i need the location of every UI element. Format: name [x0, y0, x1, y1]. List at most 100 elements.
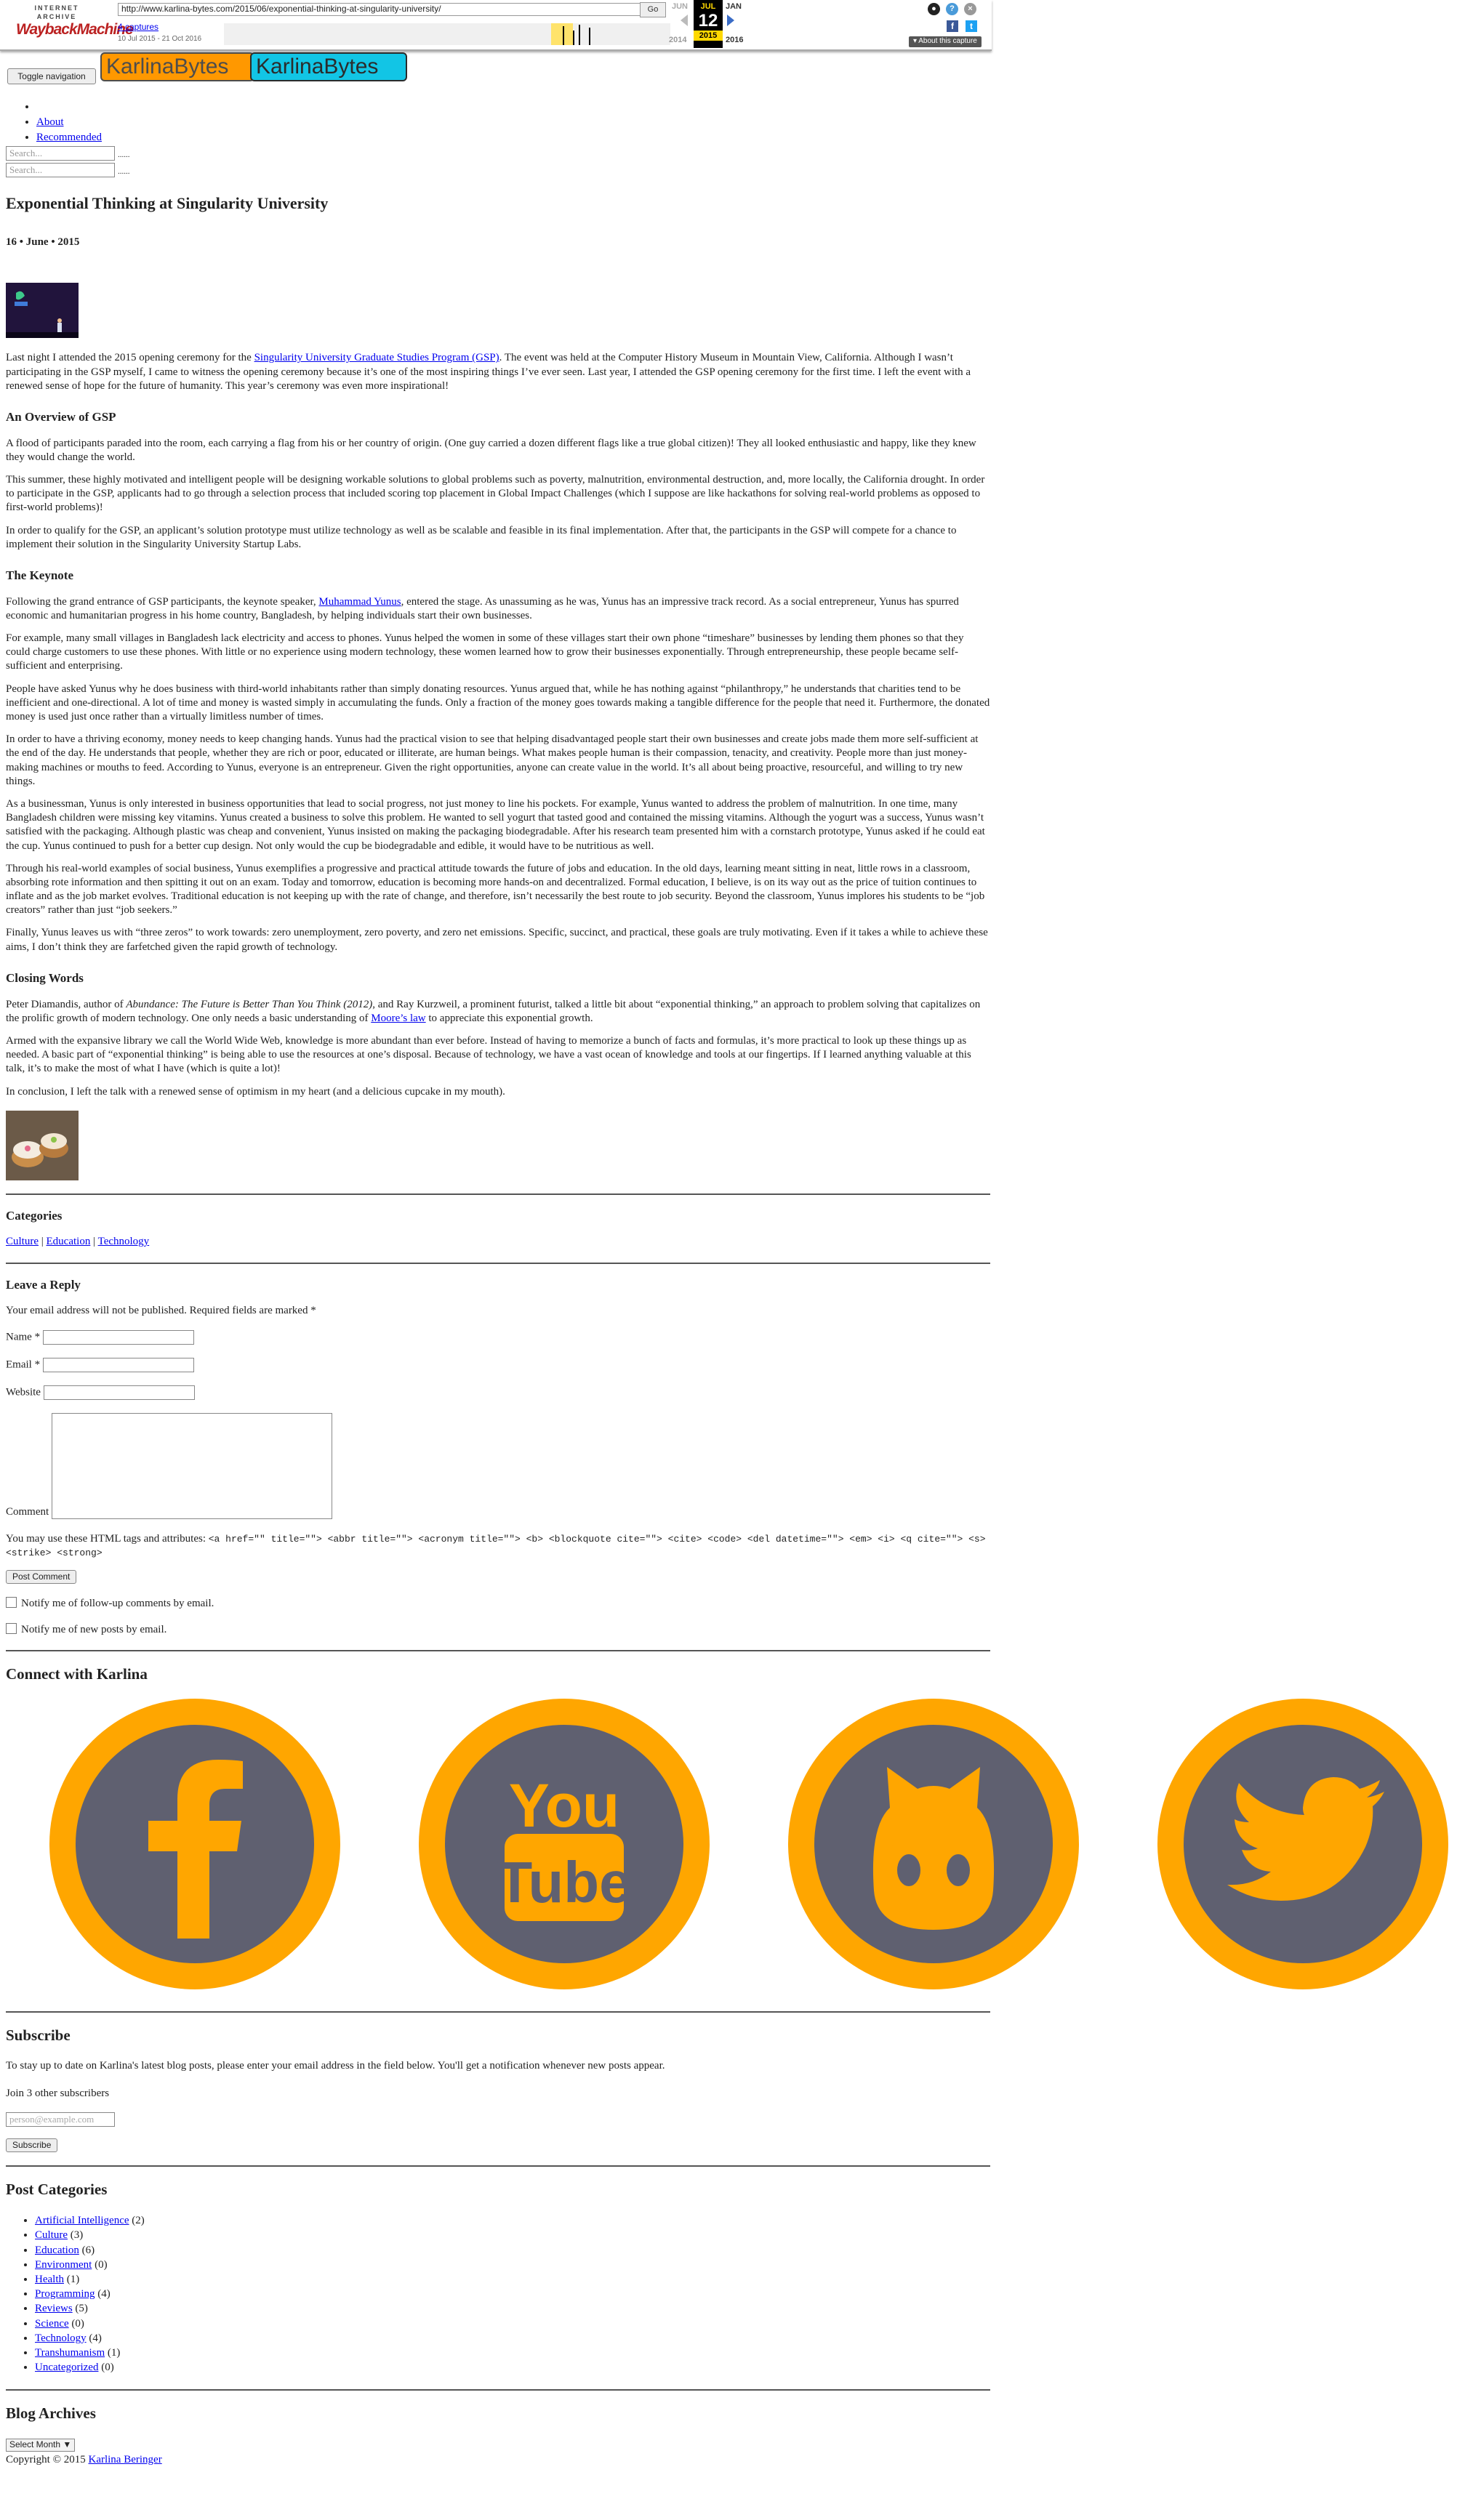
- wayback-next-month[interactable]: JAN: [726, 1, 742, 12]
- twitter-link[interactable]: [1157, 1698, 1448, 1989]
- category-link[interactable]: Health: [35, 2274, 64, 2285]
- wayback-logo[interactable]: INTERNET ARCHIVE WaybackMachine: [16, 4, 134, 39]
- youtube-icon-text-you: You: [509, 1771, 619, 1840]
- category-link[interactable]: Education: [35, 2245, 79, 2256]
- divider: [6, 2010, 990, 2013]
- search-input[interactable]: Search...: [6, 146, 115, 161]
- wayback-sparkline[interactable]: [224, 23, 670, 45]
- website-field[interactable]: [43, 1385, 195, 1400]
- wayback-next-year[interactable]: 2016: [726, 35, 743, 45]
- help-icon[interactable]: ?: [946, 3, 958, 15]
- post-comment-button[interactable]: Post Comment: [6, 1569, 77, 1585]
- name-field[interactable]: [42, 1329, 194, 1345]
- subscribe-email-field[interactable]: person@example.com: [6, 2112, 115, 2127]
- post-paragraph-3: This summer, these highly motivated and …: [6, 474, 985, 514]
- post-categories: Culture | Education | Technology: [6, 1235, 990, 1249]
- category-culture[interactable]: Culture: [6, 1236, 39, 1247]
- nav-item-about[interactable]: About: [36, 116, 102, 129]
- wayback-go-button[interactable]: Go: [640, 2, 666, 17]
- wayback-calendar-nav: JUN 2014 JUL 12 2015 JAN 2016: [667, 0, 749, 49]
- name-label: Name *: [6, 1331, 41, 1343]
- nav-link-recommended[interactable]: Recommended: [36, 132, 102, 143]
- list-item: Reviews (5): [35, 2302, 990, 2316]
- notify-comments-checkbox[interactable]: [6, 1597, 17, 1609]
- search-submit-secondary[interactable]: ......: [118, 166, 130, 177]
- close-icon[interactable]: ×: [964, 3, 976, 15]
- nav-item-blank: [36, 100, 102, 114]
- comment-label: Comment: [6, 1505, 49, 1518]
- list-item: Education (6): [35, 2244, 990, 2258]
- wayback-prev-arrow-icon[interactable]: [681, 15, 688, 26]
- book-title: Abundance: The Future is Better Than You…: [126, 998, 373, 1010]
- category-link[interactable]: Culture: [35, 2229, 68, 2241]
- category-link[interactable]: Science: [35, 2318, 69, 2330]
- facebook-link[interactable]: [49, 1698, 340, 1989]
- link-moores-law[interactable]: Moore’s law: [371, 1013, 425, 1024]
- archives-month-select[interactable]: Select Month ▼: [6, 2439, 76, 2452]
- category-link[interactable]: Technology: [35, 2332, 87, 2344]
- category-count: (4): [97, 2288, 111, 2300]
- category-link[interactable]: Transhumanism: [35, 2347, 105, 2359]
- toggle-navigation-button[interactable]: Toggle navigation: [7, 68, 96, 84]
- post-image-ceremony[interactable]: [6, 283, 79, 339]
- post-paragraph-2: A flood of participants paraded into the…: [6, 437, 976, 463]
- wayback-logo-main: WaybackMachine: [16, 21, 134, 39]
- twitter-share-icon[interactable]: t: [966, 20, 977, 32]
- wayback-toolbar: INTERNET ARCHIVE WaybackMachine http://w…: [0, 0, 992, 51]
- reply-form: Leave a Reply Your email address will no…: [6, 1277, 990, 1637]
- post-paragraph-12: Peter Diamandis, author of Abundance: Th…: [6, 998, 990, 1026]
- github-link[interactable]: [788, 1698, 1079, 1989]
- wayback-next-arrow-icon[interactable]: [727, 15, 734, 26]
- link-gsp[interactable]: Singularity University Graduate Studies …: [254, 352, 499, 363]
- youtube-icon: You Tube: [497, 1771, 632, 1921]
- wayback-prev-month[interactable]: JUN: [672, 1, 688, 12]
- subscribe-button[interactable]: Subscribe: [6, 2138, 58, 2153]
- category-link[interactable]: Artificial Intelligence: [35, 2215, 129, 2226]
- list-item: Technology (4): [35, 2332, 990, 2346]
- category-link[interactable]: Environment: [35, 2259, 92, 2271]
- youtube-link[interactable]: You Tube: [419, 1698, 710, 1989]
- search-input-secondary[interactable]: Search...: [6, 163, 115, 177]
- wayback-toolbar-icons: ●? ×: [928, 3, 982, 15]
- wayback-about-capture[interactable]: ▾ About this capture: [909, 36, 982, 47]
- category-education[interactable]: Education: [47, 1236, 91, 1247]
- heading-closing: Closing Words: [6, 970, 84, 985]
- author-link[interactable]: Karlina Beringer: [88, 2454, 161, 2465]
- category-link[interactable]: Reviews: [35, 2303, 73, 2314]
- post-image-cupcake[interactable]: [6, 1110, 79, 1180]
- nav-link-about[interactable]: About: [36, 116, 64, 128]
- comment-row: Comment: [6, 1412, 990, 1519]
- wayback-captures-link[interactable]: 4 captures: [118, 22, 158, 33]
- link-yunus[interactable]: Muhammad Yunus: [318, 596, 401, 608]
- user-icon[interactable]: ●: [928, 3, 940, 15]
- category-technology[interactable]: Technology: [98, 1236, 150, 1247]
- main-nav: About Recommended: [36, 100, 102, 147]
- notify-comments-row: Notify me of follow-up comments by email…: [6, 1597, 990, 1611]
- category-count: (3): [70, 2229, 84, 2242]
- site-logo-cyan[interactable]: KarlinaBytes: [250, 52, 407, 81]
- wayback-url-input[interactable]: http://www.karlina-bytes.com/2015/06/exp…: [118, 3, 643, 16]
- wayback-about-label: About this capture: [918, 37, 977, 45]
- archives-select-row: Select Month ▼: [6, 2438, 990, 2452]
- search-submit[interactable]: ......: [118, 150, 130, 160]
- comment-textarea[interactable]: [51, 1412, 332, 1519]
- email-field[interactable]: [42, 1357, 194, 1372]
- facebook-share-icon[interactable]: f: [947, 20, 958, 32]
- category-link[interactable]: Programming: [35, 2288, 95, 2300]
- notify-posts-checkbox[interactable]: [6, 1622, 17, 1634]
- html-abbr: HTML: [89, 1532, 121, 1545]
- categories-heading: Categories: [6, 1208, 63, 1223]
- category-count: (0): [101, 2362, 114, 2374]
- nav-item-recommended[interactable]: Recommended: [36, 131, 102, 145]
- category-link[interactable]: Uncategorized: [35, 2362, 98, 2373]
- notify-posts-label: Notify me of new posts by email.: [21, 1623, 167, 1635]
- site-logo-orange[interactable]: KarlinaBytes: [100, 52, 254, 81]
- twitter-icon: [1227, 1776, 1384, 1901]
- wayback-prev-year[interactable]: 2014: [669, 35, 686, 45]
- main-content: Exponential Thinking at Singularity Univ…: [6, 186, 1448, 2468]
- list-item: Environment (0): [35, 2258, 990, 2272]
- category-count: (6): [81, 2244, 95, 2256]
- name-row: Name *: [6, 1329, 990, 1348]
- facebook-icon: [148, 1759, 243, 1939]
- post-paragraph-9: As a businessman, Yunus is only interest…: [6, 797, 985, 852]
